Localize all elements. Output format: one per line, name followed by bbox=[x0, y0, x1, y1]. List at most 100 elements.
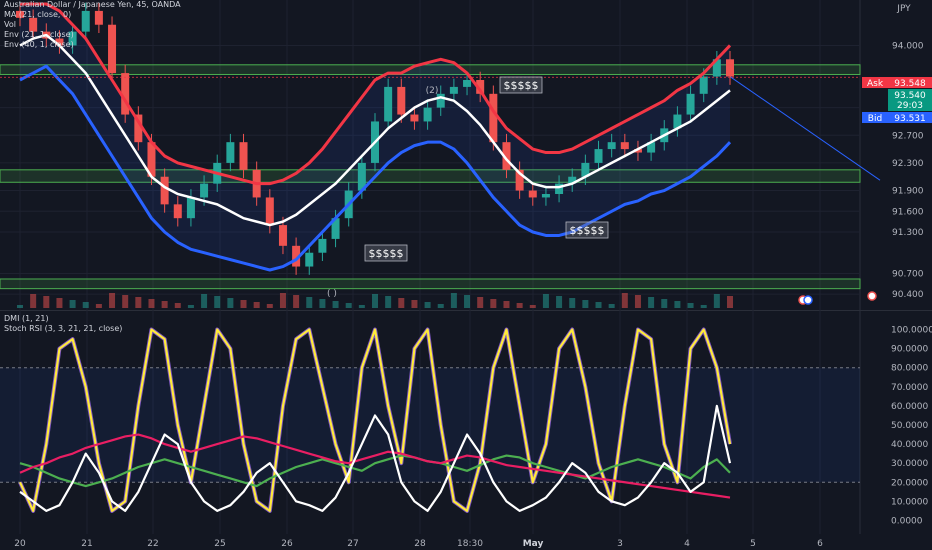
volume-bar bbox=[727, 296, 733, 308]
volume-bar bbox=[161, 301, 168, 308]
wave-label: (2) bbox=[426, 86, 439, 96]
dollar-annotation-text: $$$$$ bbox=[504, 79, 539, 92]
volume-bar bbox=[135, 297, 142, 308]
volume-bar bbox=[279, 293, 286, 308]
candle-body bbox=[200, 183, 209, 198]
ask-badge-label: Ask bbox=[867, 79, 884, 89]
legend-stoch: Stoch RSI (3, 3, 21, 21, close) bbox=[4, 324, 123, 333]
candle-body bbox=[226, 142, 235, 163]
candle-body bbox=[594, 149, 603, 163]
volume-bar bbox=[187, 305, 194, 308]
volume-bar bbox=[201, 294, 208, 308]
time-tick-label: 3 bbox=[617, 539, 623, 549]
price-tick-label: 91.600 bbox=[892, 207, 924, 217]
legend-env-1: Env (21, 1, close) bbox=[4, 30, 74, 39]
time-tick-label: 28 bbox=[414, 539, 426, 549]
volume-bar bbox=[385, 296, 392, 308]
price-legend: Australian Dollar / Japanese Yen, 45, OA… bbox=[4, 0, 181, 50]
volume-bar bbox=[516, 303, 523, 308]
osc-tick-label: 70.0000 bbox=[891, 383, 928, 393]
candle-body bbox=[620, 142, 629, 150]
volume-bar bbox=[700, 305, 707, 308]
price-tick-label: 94.000 bbox=[892, 41, 924, 51]
volume-bar bbox=[122, 295, 129, 308]
volume-bar bbox=[332, 301, 339, 308]
volume-bar bbox=[306, 297, 313, 308]
volume-bar bbox=[95, 304, 102, 308]
price-tick-label: 92.700 bbox=[892, 131, 924, 141]
osc-tick-label: 40.0000 bbox=[891, 440, 928, 450]
volume-bar bbox=[358, 305, 365, 308]
candle-body bbox=[541, 194, 550, 198]
time-tick-label: 5 bbox=[750, 539, 756, 549]
volume-bar bbox=[713, 294, 720, 308]
candle-body bbox=[278, 225, 287, 246]
volume-bar bbox=[253, 302, 260, 308]
time-tick-label: 25 bbox=[214, 539, 225, 549]
candle-body bbox=[397, 86, 406, 115]
volume-bar bbox=[661, 299, 668, 308]
osc-tick-label: 80.0000 bbox=[891, 364, 928, 374]
candle-body bbox=[186, 197, 195, 219]
legend-env-2: Env (40, 1, close) bbox=[4, 40, 74, 49]
volume-bar bbox=[266, 304, 273, 308]
volume-bar bbox=[450, 293, 457, 308]
osc-tick-label: 0.0000 bbox=[891, 516, 923, 526]
volume-bar bbox=[477, 297, 484, 308]
legend-ma: MA (21, close, 0) bbox=[4, 10, 72, 19]
volume-bar bbox=[411, 300, 418, 308]
candle-body bbox=[305, 252, 314, 267]
candle-body bbox=[173, 204, 182, 219]
volume-bar bbox=[372, 294, 378, 308]
bid-badge-value: 93.531 bbox=[894, 114, 926, 124]
dollar-annotation-text: $$$$$ bbox=[369, 247, 404, 260]
bid-badge-label: Bid bbox=[868, 114, 882, 124]
candle-body bbox=[607, 142, 616, 150]
volume-bars bbox=[17, 293, 733, 308]
trading-chart[interactable]: JPY94.00093.10092.70092.30091.90091.6009… bbox=[0, 0, 932, 550]
candle-body bbox=[528, 190, 537, 198]
candle-body bbox=[699, 76, 708, 94]
volume-bar bbox=[437, 304, 444, 308]
volume-bar bbox=[56, 298, 63, 308]
volume-bar bbox=[345, 303, 352, 308]
volume-bar bbox=[608, 304, 615, 308]
dollar-annotation-text: $$$$$ bbox=[570, 224, 605, 237]
osc-tick-label: 30.0000 bbox=[891, 459, 928, 469]
volume-bar bbox=[529, 305, 536, 308]
time-tick-label: 20 bbox=[14, 539, 26, 549]
time-tick-label: 4 bbox=[684, 539, 690, 549]
volume-bar bbox=[464, 295, 471, 308]
osc-tick-label: 50.0000 bbox=[891, 421, 928, 431]
time-tick-label: 18:30 bbox=[457, 539, 483, 549]
volume-bar bbox=[227, 298, 234, 308]
volume-bar bbox=[398, 298, 405, 308]
time-tick-label: 6 bbox=[817, 539, 823, 549]
volume-bar bbox=[542, 294, 549, 308]
time-tick-label: 27 bbox=[347, 539, 358, 549]
event-marker-icon bbox=[803, 295, 813, 305]
time-tick-label: 22 bbox=[147, 539, 158, 549]
legend-vol: Vol bbox=[4, 20, 16, 29]
volume-bar bbox=[674, 301, 681, 308]
candle-body bbox=[423, 107, 432, 122]
candle-body bbox=[239, 142, 248, 170]
price-tick-label: 91.300 bbox=[892, 228, 924, 238]
volume-bar bbox=[174, 303, 181, 308]
legend-dmi: DMI (1, 21) bbox=[4, 314, 49, 323]
volume-bar bbox=[490, 299, 497, 308]
symbol-title: Australian Dollar / Japanese Yen, 45, OA… bbox=[4, 0, 181, 9]
candle-body bbox=[410, 114, 419, 122]
time-axis: 20 21 22 25 26 27 28 18:30 May 3 4 5 6 bbox=[0, 534, 932, 550]
candle-body bbox=[265, 197, 274, 226]
price-tick-label: 91.900 bbox=[892, 187, 924, 197]
volume-bar bbox=[687, 303, 694, 308]
volume-bar bbox=[595, 302, 602, 308]
time-tick-label: 21 bbox=[81, 539, 92, 549]
candle-body bbox=[726, 59, 734, 77]
candle-body bbox=[384, 86, 393, 122]
currency-label: JPY bbox=[896, 4, 911, 14]
volume-bar bbox=[582, 300, 589, 308]
volume-bar bbox=[82, 302, 89, 308]
volume-bar bbox=[503, 301, 510, 308]
